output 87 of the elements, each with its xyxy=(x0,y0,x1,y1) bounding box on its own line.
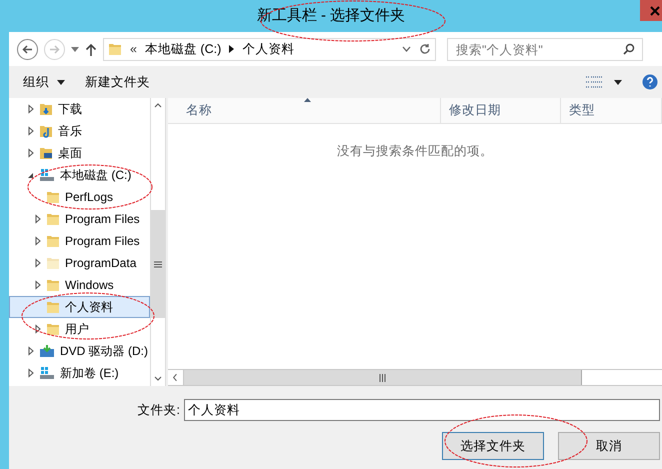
tree-item[interactable]: 下载 xyxy=(9,98,150,120)
collapsed-arrow-icon[interactable] xyxy=(33,258,43,268)
download-folder-icon xyxy=(39,102,53,116)
address-bar[interactable]: « 本地磁盘 (C:) 个人资料 xyxy=(103,38,436,60)
scrollbar-thumb[interactable] xyxy=(151,210,165,318)
vertical-scrollbar[interactable] xyxy=(150,98,166,386)
tree-item-label: Program Files xyxy=(65,211,140,228)
tree-item-label: 下载 xyxy=(58,101,82,118)
folder-icon xyxy=(46,278,60,292)
caret-icon[interactable] xyxy=(614,80,622,84)
folder-icon xyxy=(46,322,60,336)
desktop-folder-icon xyxy=(39,146,53,160)
column-header[interactable]: 类型 xyxy=(561,98,662,123)
breadcrumb-overflow[interactable]: « xyxy=(130,40,137,58)
music-folder-icon xyxy=(39,124,53,138)
tree-item[interactable]: 新加卷 (E:) xyxy=(9,362,150,384)
collapsed-arrow-icon[interactable] xyxy=(26,346,36,356)
collapsed-arrow-icon[interactable] xyxy=(26,104,36,114)
folder-icon xyxy=(46,234,60,248)
help-icon[interactable] xyxy=(642,74,658,90)
collapsed-arrow-icon[interactable] xyxy=(26,148,36,158)
folder-icon xyxy=(108,42,122,56)
folder-field-label: 文件夹: xyxy=(138,402,180,419)
grip-icon xyxy=(379,374,386,382)
back-arrow-icon xyxy=(22,44,33,54)
tree-item-label: PerfLogs xyxy=(65,189,114,206)
search-icon xyxy=(623,42,635,54)
collapsed-arrow-icon[interactable] xyxy=(33,214,43,224)
drive-icon xyxy=(39,168,55,182)
tree-item[interactable]: PerfLogs xyxy=(9,186,150,208)
organize-menu[interactable]: 组织 xyxy=(23,72,65,92)
forward-arrow-icon xyxy=(49,44,60,54)
drive-icon xyxy=(39,366,55,380)
tree-item-label: ProgramData xyxy=(65,255,136,272)
collapsed-arrow-icon[interactable] xyxy=(33,324,43,334)
tree-item-label: 桌面 xyxy=(58,145,82,162)
tree-item[interactable]: Windows xyxy=(9,274,150,296)
search-field[interactable]: 搜索"个人资料" xyxy=(447,38,643,61)
scrollbar-thumb[interactable] xyxy=(184,370,582,385)
grip-icon xyxy=(154,260,162,268)
breadcrumb-arrow-icon[interactable] xyxy=(229,45,234,53)
tree-item-label: Windows xyxy=(65,277,114,294)
tree-item[interactable]: 桌面 xyxy=(9,142,150,164)
cancel-button[interactable]: 取消 xyxy=(558,432,660,460)
back-button[interactable] xyxy=(17,38,38,60)
tree-item-label: 个人资料 xyxy=(65,299,113,316)
horizontal-scrollbar[interactable] xyxy=(168,369,662,386)
collapsed-arrow-icon[interactable] xyxy=(26,368,36,378)
collapsed-arrow-icon[interactable] xyxy=(33,236,43,246)
collapsed-arrow-icon[interactable] xyxy=(33,280,43,290)
breadcrumb-item[interactable]: 个人资料 xyxy=(242,40,294,58)
caret-icon xyxy=(57,80,65,84)
tree-item-label: 本地磁盘 (C:) xyxy=(60,167,132,184)
tree-item-label: 新加卷 (E:) xyxy=(60,365,119,382)
tree-item[interactable]: 个人资料 xyxy=(9,296,150,318)
select-folder-button[interactable]: 选择文件夹 xyxy=(442,432,544,460)
tree-item[interactable]: 音乐 xyxy=(9,120,150,142)
folder-name-field[interactable]: 个人资料 xyxy=(184,399,660,421)
tree-item[interactable]: ProgramData xyxy=(9,252,150,274)
view-list-icon[interactable] xyxy=(586,76,602,88)
dvd-drive-icon xyxy=(39,344,55,358)
dropdown-caret-icon[interactable] xyxy=(71,46,79,52)
tree-item-label: Program Files xyxy=(65,233,140,250)
tree-item[interactable]: 本地磁盘 (C:) xyxy=(9,164,150,186)
tree-item[interactable]: 用户 xyxy=(9,318,150,340)
tree-item-label: 用户 xyxy=(65,321,89,338)
up-arrow-icon[interactable] xyxy=(85,42,97,56)
tree-item[interactable]: DVD 驱动器 (D:) xyxy=(9,340,150,362)
dropdown-chevron-icon[interactable] xyxy=(402,46,411,52)
collapsed-arrow-icon[interactable] xyxy=(26,126,36,136)
folder-icon xyxy=(46,300,60,314)
breadcrumb-item[interactable]: 本地磁盘 (C:) xyxy=(144,40,222,58)
column-header[interactable]: 修改日期 xyxy=(441,98,561,123)
sort-arrow-icon xyxy=(304,98,311,102)
tree-item-label: 音乐 xyxy=(58,123,82,140)
tree-item[interactable]: Program Files xyxy=(9,208,150,230)
folder-icon xyxy=(46,190,60,204)
toolbar-button[interactable]: 新建文件夹 xyxy=(85,72,150,92)
close-button[interactable] xyxy=(640,0,662,21)
tree-item-label: DVD 驱动器 (D:) xyxy=(60,343,148,360)
close-icon xyxy=(650,6,660,16)
column-header[interactable]: 名称 xyxy=(168,98,441,123)
folder-icon xyxy=(46,212,60,226)
tree-item[interactable]: Program Files xyxy=(9,230,150,252)
folder-icon xyxy=(46,256,60,270)
empty-message: 没有与搜索条件匹配的项。 xyxy=(337,143,493,160)
refresh-icon[interactable] xyxy=(419,43,431,55)
